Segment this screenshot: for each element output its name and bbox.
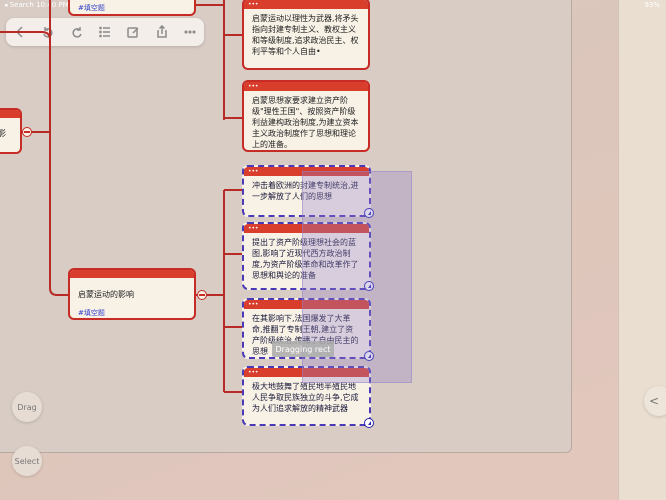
node-text: 启蒙运动以理性为武器,将矛头指向封建专制主义、教权主义和等级制度,追求政治民主、… bbox=[252, 14, 359, 56]
node-menu-icon[interactable]: • • • bbox=[248, 301, 258, 308]
node-menu-icon[interactable]: • • • bbox=[248, 168, 258, 175]
fill-link[interactable]: #填空题 bbox=[78, 3, 105, 13]
topic-node-influence[interactable]: 启蒙运动的影响 #填空题 bbox=[68, 268, 196, 320]
chevron-left-icon: < bbox=[648, 394, 660, 408]
collapse-toggle[interactable] bbox=[197, 290, 207, 300]
node-header: • • • bbox=[244, 0, 368, 9]
node-header: • • • bbox=[244, 82, 368, 91]
node-menu-icon[interactable]: • • • bbox=[248, 225, 258, 232]
node-menu-icon[interactable]: • • • bbox=[248, 369, 258, 376]
node-text: 启蒙思想家要求建立资产阶级"理性王国"、按照资产阶级利益建构政治制度,为建立资本… bbox=[252, 96, 359, 149]
select-button[interactable]: Select bbox=[12, 446, 42, 476]
dragging-rect-label: Dragging rect bbox=[272, 341, 334, 357]
drag-button[interactable]: Drag bbox=[12, 392, 42, 422]
topic-node-partial-left[interactable]: 影 bbox=[0, 108, 22, 154]
node-header bbox=[70, 270, 194, 278]
mindmap-node[interactable]: • • • 启蒙运动以理性为武器,将矛头指向封建专制主义、教权主义和等级制度,追… bbox=[242, 0, 370, 70]
fill-link[interactable]: #填空题 bbox=[78, 308, 105, 318]
node-menu-icon[interactable]: • • • bbox=[248, 83, 258, 90]
mindmap-node[interactable]: • • • 启蒙思想家要求建立资产阶级"理性王国"、按照资产阶级利益建构政治制度… bbox=[242, 80, 370, 152]
node-header bbox=[0, 110, 20, 118]
topic-text: 影 bbox=[0, 128, 6, 139]
side-panel-toggle[interactable]: < bbox=[644, 386, 666, 416]
topic-node-partial-top[interactable]: #填空题 bbox=[68, 0, 196, 16]
resize-handle-icon[interactable] bbox=[364, 418, 374, 428]
collapse-toggle[interactable] bbox=[22, 127, 32, 137]
node-menu-icon[interactable]: • • • bbox=[248, 1, 258, 8]
node-text: 极大地鼓舞了殖民地半殖民地人民争取民族独立的斗争,它成为人们追求解放的精神武器 bbox=[252, 382, 359, 413]
topic-title: 启蒙运动的影响 bbox=[78, 290, 134, 299]
